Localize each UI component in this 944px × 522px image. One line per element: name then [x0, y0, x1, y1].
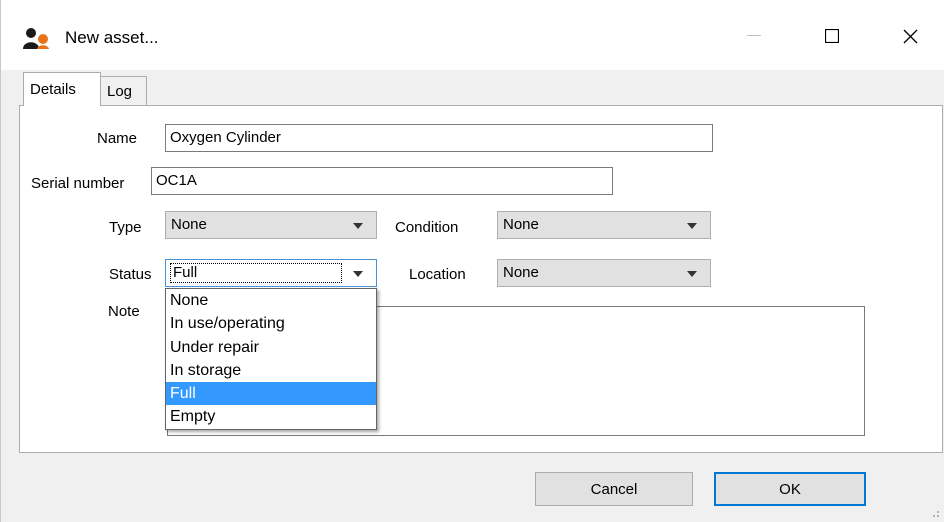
- status-select[interactable]: Full: [165, 259, 377, 287]
- condition-select-value: None: [503, 216, 539, 233]
- serial-number-field[interactable]: OC1A: [151, 167, 613, 195]
- minimize-icon: [747, 35, 761, 36]
- tab-details[interactable]: Details: [23, 72, 101, 106]
- chevron-down-icon: [687, 223, 697, 229]
- new-asset-dialog: New asset... Details Log Name Oxygen Cyl…: [0, 0, 944, 522]
- location-select[interactable]: None: [497, 259, 711, 287]
- condition-select[interactable]: None: [497, 211, 711, 239]
- ok-button[interactable]: OK: [714, 472, 866, 506]
- status-select-value: Full: [170, 263, 342, 283]
- serial-number-label: Serial number: [31, 175, 125, 192]
- chevron-down-icon: [687, 271, 697, 277]
- status-dropdown-list: None In use/operating Under repair In st…: [165, 288, 377, 430]
- type-select-value: None: [171, 216, 207, 233]
- status-option-empty[interactable]: Empty: [166, 405, 376, 428]
- minimize-button[interactable]: [731, 18, 777, 54]
- status-option-full[interactable]: Full: [166, 382, 376, 406]
- tab-log[interactable]: Log: [101, 76, 147, 106]
- location-select-value: None: [503, 264, 539, 281]
- maximize-icon: [825, 29, 839, 43]
- chevron-down-icon: [353, 223, 363, 229]
- status-option-in-use[interactable]: In use/operating: [166, 312, 376, 335]
- name-label: Name: [97, 130, 138, 147]
- close-icon: [903, 29, 917, 43]
- status-option-under-repair[interactable]: Under repair: [166, 336, 376, 359]
- type-select[interactable]: None: [165, 211, 377, 239]
- cancel-button[interactable]: Cancel: [535, 472, 693, 506]
- status-label: Status: [109, 266, 152, 283]
- status-option-none[interactable]: None: [166, 289, 376, 312]
- location-label: Location: [409, 266, 466, 283]
- resize-grip-icon[interactable]: [928, 506, 940, 518]
- status-option-in-storage[interactable]: In storage: [166, 359, 376, 382]
- condition-label: Condition: [395, 219, 459, 236]
- chevron-down-icon: [353, 271, 363, 277]
- people-icon: [23, 28, 49, 49]
- title-bar[interactable]: New asset...: [1, 0, 944, 70]
- type-label: Type: [109, 219, 142, 236]
- maximize-button[interactable]: [809, 18, 855, 54]
- note-label: Note: [108, 303, 140, 320]
- name-field[interactable]: Oxygen Cylinder: [165, 124, 713, 152]
- window-title: New asset...: [65, 28, 159, 47]
- close-button[interactable]: [887, 18, 933, 54]
